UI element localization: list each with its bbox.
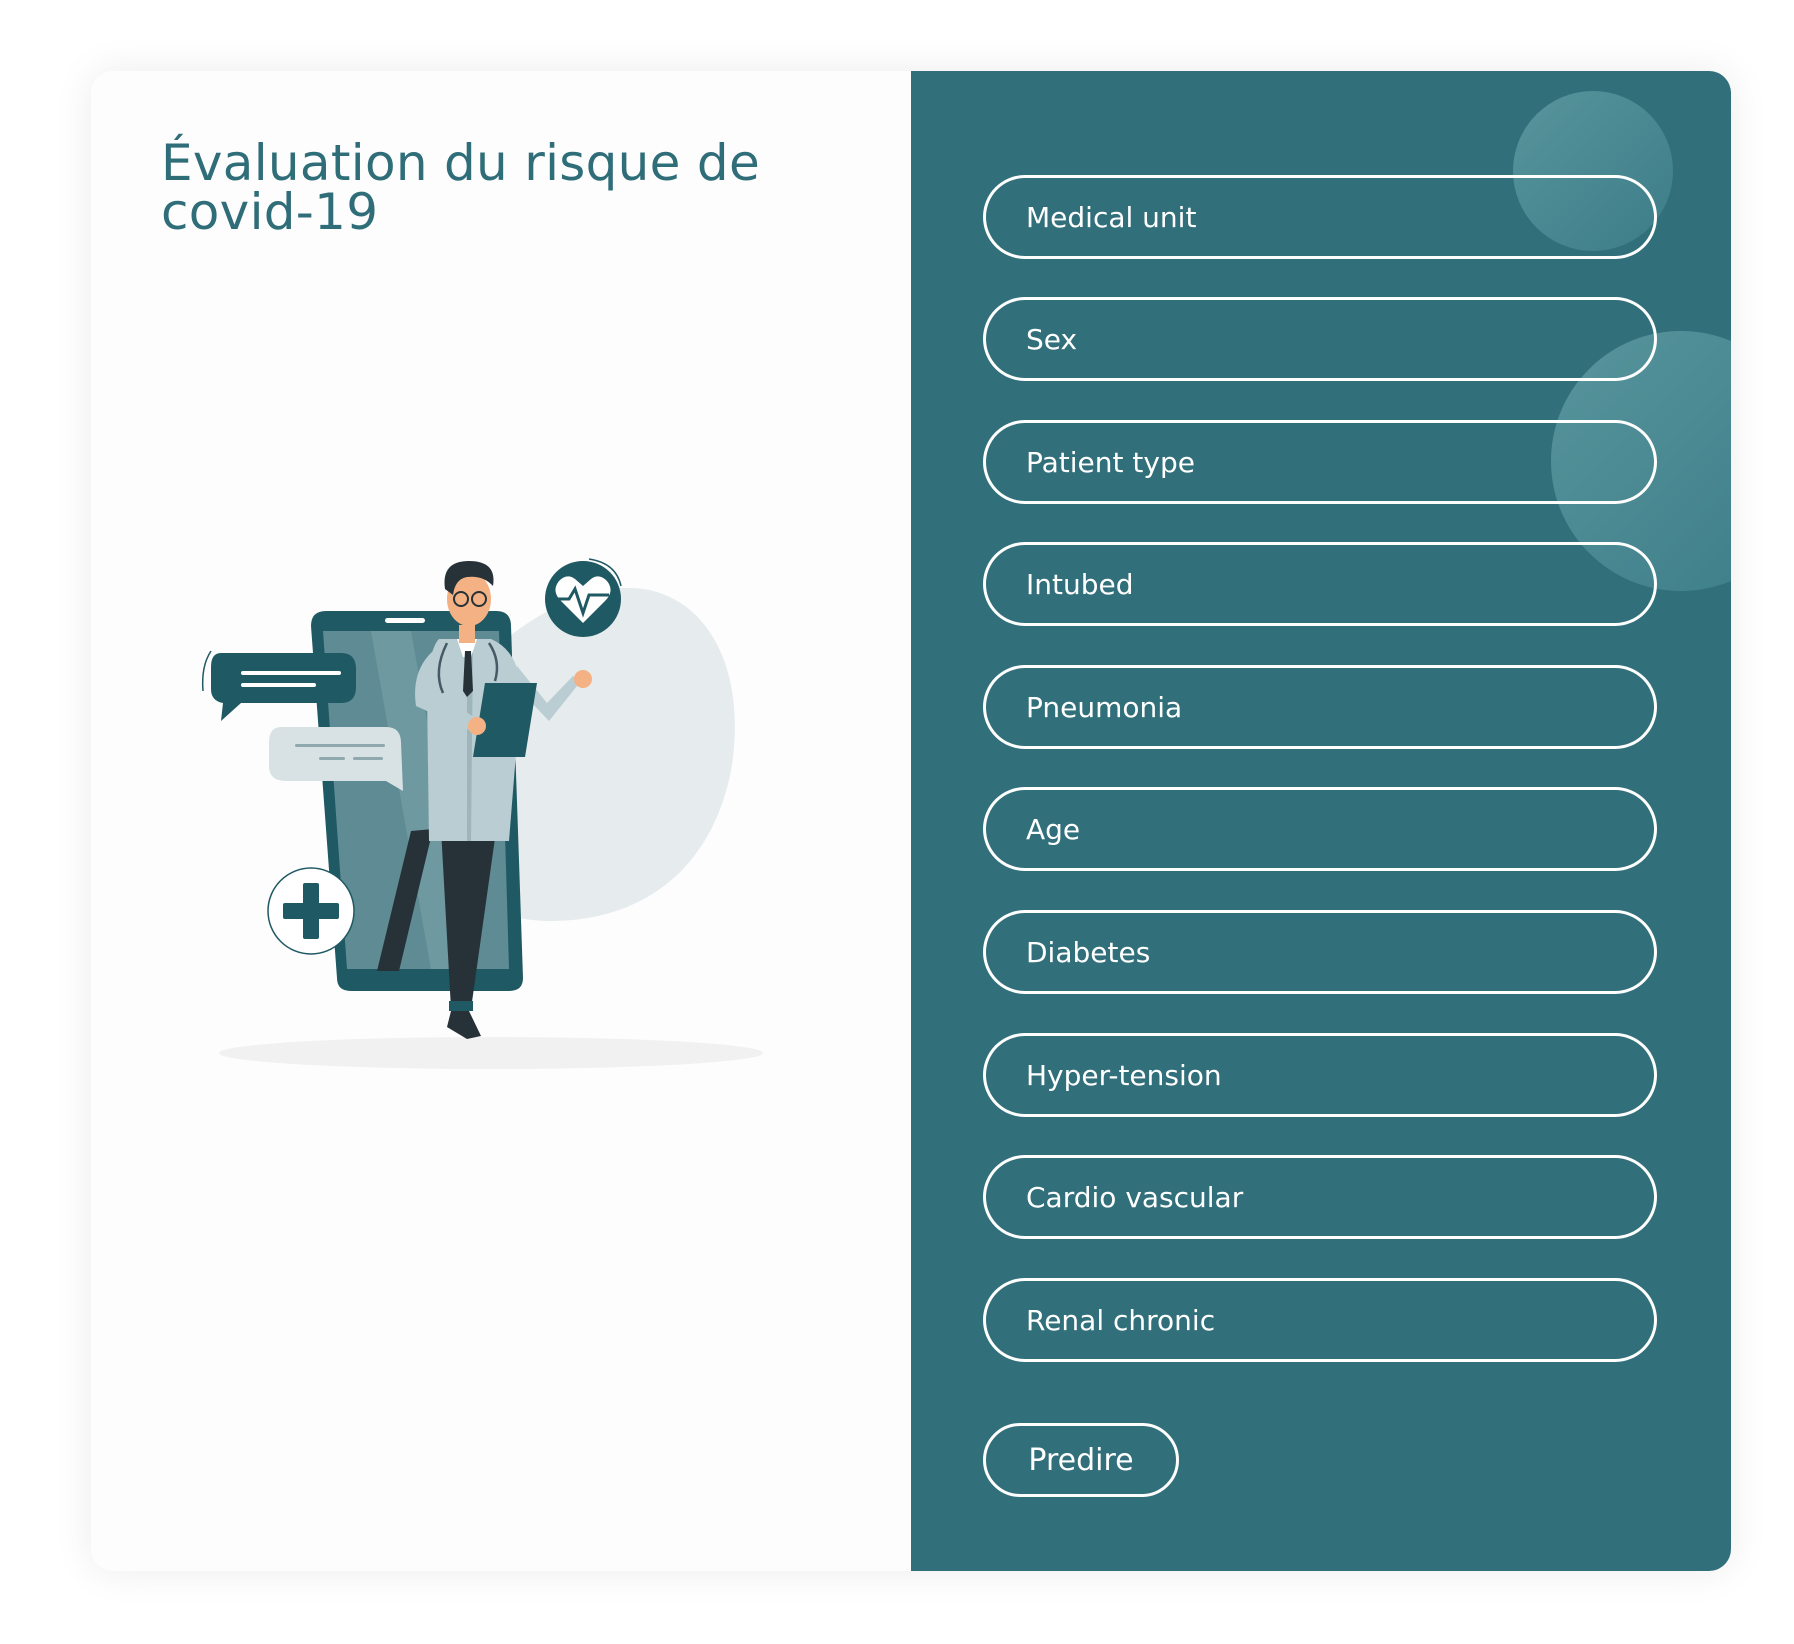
- heart-rate-icon: [545, 558, 622, 637]
- sex-field[interactable]: [983, 297, 1657, 381]
- form-panel: Predire: [911, 71, 1731, 1571]
- predict-button[interactable]: Predire: [983, 1423, 1179, 1497]
- renal-chronic-field[interactable]: [983, 1278, 1657, 1362]
- prediction-card: Évaluation du risque de covid-19 Medical…: [91, 71, 1731, 1571]
- hyper-tension-field[interactable]: [983, 1033, 1657, 1117]
- medical-unit-field[interactable]: [983, 175, 1657, 259]
- page-title: Évaluation du risque de covid-19: [161, 134, 761, 241]
- age-field[interactable]: [983, 787, 1657, 871]
- diabetes-field[interactable]: [983, 910, 1657, 994]
- plus-icon: [267, 867, 355, 955]
- intubed-field[interactable]: [983, 542, 1657, 626]
- patient-type-field[interactable]: [983, 420, 1657, 504]
- doctor-illustration: [201, 558, 763, 1069]
- pneumonia-field[interactable]: [983, 665, 1657, 749]
- cardio-vascular-field[interactable]: [983, 1155, 1657, 1239]
- left-panel: Évaluation du risque de covid-19: [91, 71, 911, 1571]
